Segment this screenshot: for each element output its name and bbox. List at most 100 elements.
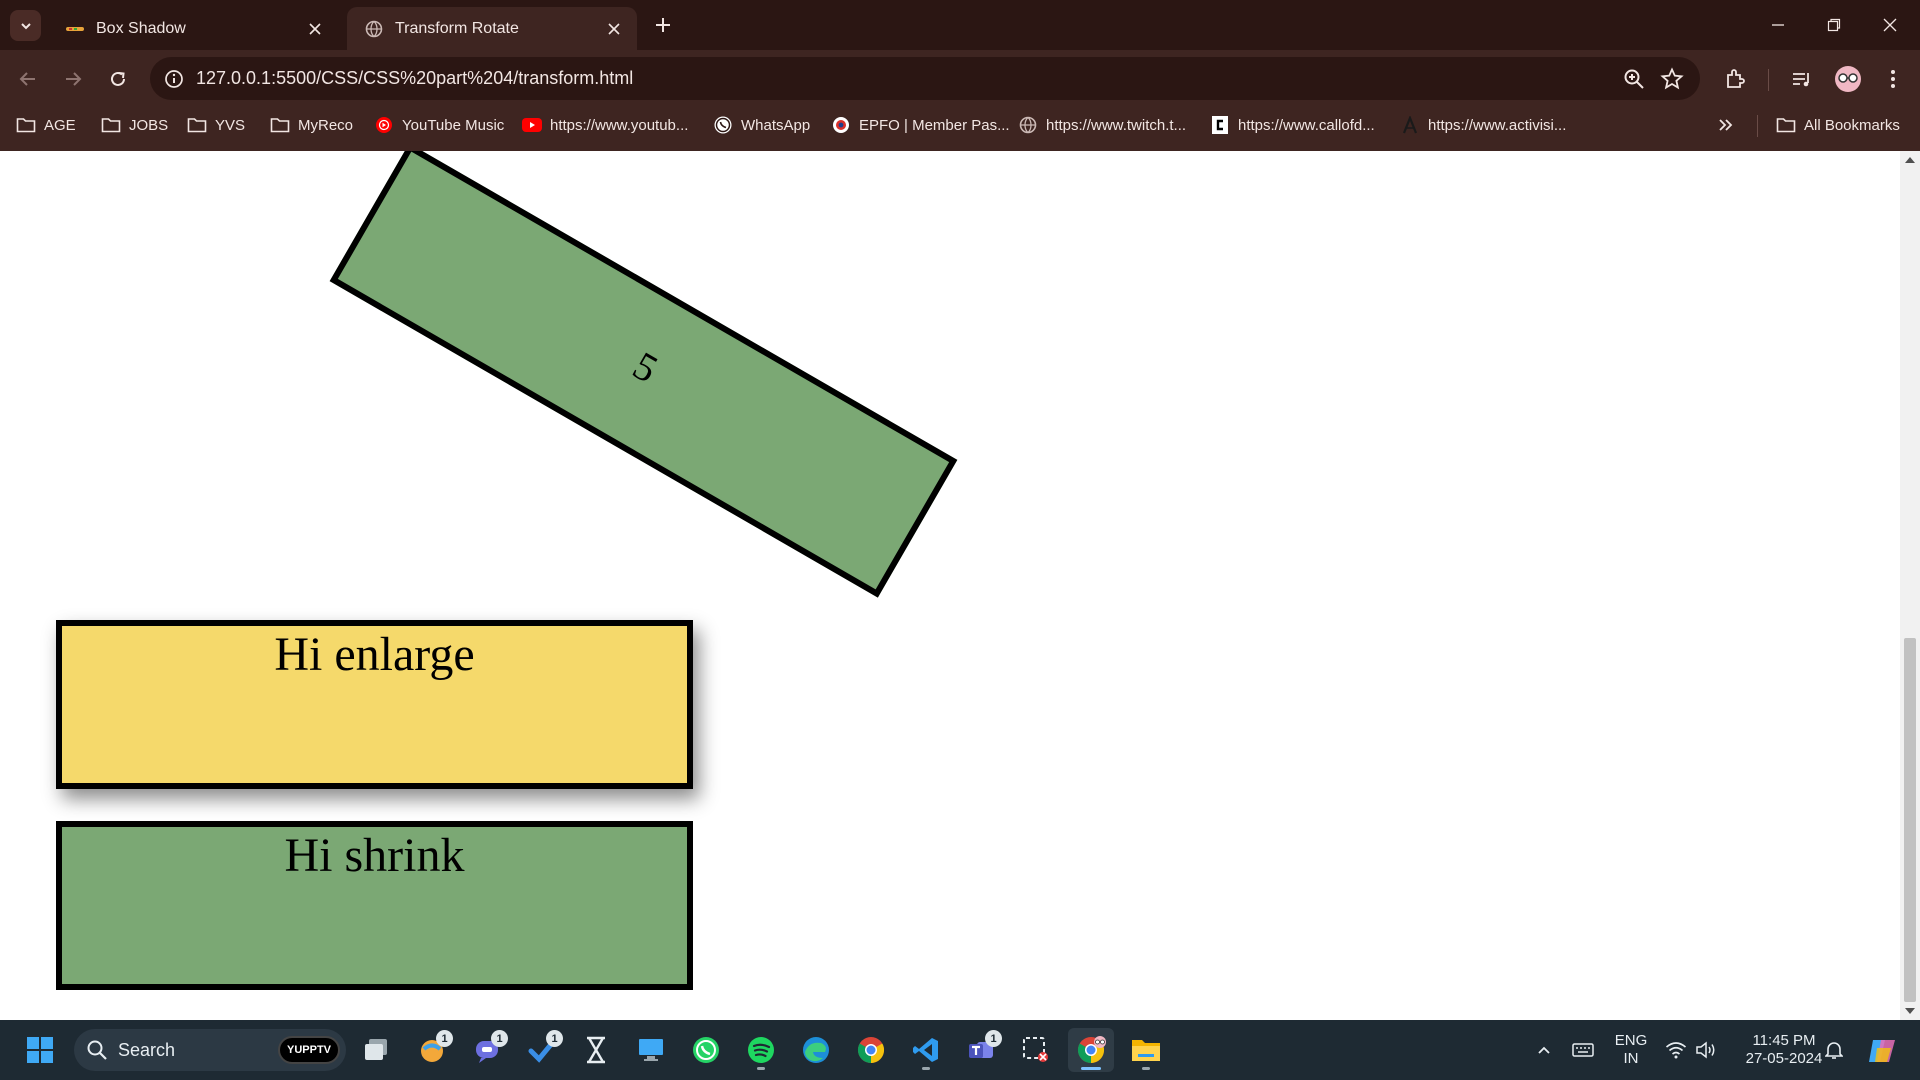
vscode-app[interactable] <box>903 1028 949 1072</box>
forward-arrow-icon <box>66 72 82 86</box>
remote-desktop-app[interactable] <box>628 1028 674 1072</box>
notification-badge: 1 <box>491 1030 508 1047</box>
tab-transform-rotate[interactable]: Transform Rotate <box>347 7 637 50</box>
folder-icon <box>101 115 121 135</box>
running-indicator <box>1142 1067 1150 1070</box>
youtube-icon <box>522 115 542 135</box>
bookmark-label: YouTube Music <box>402 116 505 134</box>
forward-button[interactable] <box>57 63 89 95</box>
whatsapp-app[interactable] <box>683 1028 729 1072</box>
new-tab-button[interactable] <box>650 12 676 38</box>
bookmark-epfo[interactable]: EPFO | Member Pas... <box>831 107 1010 143</box>
teams-app[interactable]: 1 <box>958 1028 1004 1072</box>
edge-app[interactable] <box>793 1028 839 1072</box>
restore-icon <box>1827 18 1841 32</box>
show-hidden-icons-chevron-icon[interactable] <box>1532 1038 1556 1062</box>
bookmark-label: https://www.activisi... <box>1428 116 1567 134</box>
file-explorer-app[interactable] <box>1123 1028 1169 1072</box>
youtube-music-icon <box>374 115 394 135</box>
folder-icon <box>1132 1040 1160 1061</box>
bookmark-myreco[interactable]: MyReco <box>270 107 353 143</box>
running-indicator <box>1081 1067 1101 1070</box>
keyboard-icon[interactable] <box>1571 1038 1595 1062</box>
notification-badge: 1 <box>985 1030 1002 1047</box>
bookmark-star-icon[interactable] <box>1660 67 1684 91</box>
more-menu-icon[interactable] <box>1878 64 1908 94</box>
folder-icon <box>16 115 36 135</box>
notification-bell-icon[interactable] <box>1822 1038 1846 1062</box>
bookmark-yvs[interactable]: YVS <box>187 107 245 143</box>
chat-app[interactable]: 1 <box>464 1028 510 1072</box>
extensions-icon[interactable] <box>1720 64 1750 94</box>
bookmark-whatsapp[interactable]: WhatsApp <box>713 107 810 143</box>
address-bar[interactable]: 127.0.0.1:5500/CSS/CSS%20part%204/transf… <box>150 57 1700 100</box>
back-button[interactable] <box>12 63 44 95</box>
language-code: ENG <box>1614 1032 1648 1049</box>
bookmark-youtube[interactable]: https://www.youtub... <box>522 107 688 143</box>
start-button[interactable] <box>17 1028 63 1072</box>
enlarge-box[interactable]: Hi enlarge <box>56 620 693 789</box>
bookmark-activision[interactable]: https://www.activisi... <box>1400 107 1566 143</box>
scroll-down-arrow-icon[interactable] <box>1905 1008 1915 1014</box>
reload-button[interactable] <box>102 63 134 95</box>
chrome-profile-app[interactable] <box>1068 1028 1114 1072</box>
tab-search-button[interactable] <box>10 10 41 41</box>
zoom-icon[interactable] <box>1622 67 1646 91</box>
search-label: Search <box>118 1040 176 1060</box>
close-icon[interactable] <box>306 20 324 38</box>
all-bookmarks-button[interactable]: All Bookmarks <box>1776 107 1900 143</box>
chrome-icon <box>1077 1036 1106 1064</box>
ornament-app[interactable]: 1 <box>409 1028 455 1072</box>
snipping-tool-app[interactable] <box>1013 1028 1059 1072</box>
monitor-icon <box>639 1039 663 1061</box>
bookmark-label: https://www.twitch.t... <box>1046 116 1187 134</box>
whatsapp-icon <box>713 115 733 135</box>
bookmark-twitch[interactable]: https://www.twitch.t... <box>1018 107 1186 143</box>
restore-button[interactable] <box>1806 0 1862 50</box>
bookmark-callofduty[interactable]: https://www.callofd... <box>1210 107 1375 143</box>
url-text[interactable]: 127.0.0.1:5500/CSS/CSS%20part%204/transf… <box>196 68 633 89</box>
close-icon[interactable] <box>605 20 623 38</box>
scroll-thumb[interactable] <box>1904 638 1916 1002</box>
back-arrow-icon <box>19 72 35 86</box>
wifi-icon[interactable] <box>1664 1038 1688 1062</box>
bookmarks-overflow-button[interactable] <box>1718 107 1734 143</box>
copilot-icon[interactable] <box>1866 1034 1900 1068</box>
notification-badge: 1 <box>436 1030 453 1047</box>
task-view-app[interactable] <box>354 1028 400 1072</box>
rotated-box-wrapper: 5 <box>329 151 958 598</box>
callofduty-icon <box>1210 115 1230 135</box>
bookmarks-divider <box>1757 115 1758 137</box>
spotify-app[interactable] <box>738 1028 784 1072</box>
tab-box-shadow[interactable]: Box Shadow <box>48 7 338 50</box>
bookmark-label: All Bookmarks <box>1804 116 1900 134</box>
windows-logo-icon <box>27 1037 53 1063</box>
page-scrollbar[interactable] <box>1900 151 1920 1020</box>
profile-avatar[interactable] <box>1833 64 1863 94</box>
spotify-icon <box>748 1037 774 1063</box>
chrome-app[interactable] <box>848 1028 894 1072</box>
browser-toolbar: 127.0.0.1:5500/CSS/CSS%20part%204/transf… <box>0 50 1920 107</box>
hourglass-app[interactable] <box>573 1028 619 1072</box>
media-control-icon[interactable] <box>1787 64 1817 94</box>
scroll-up-arrow-icon[interactable] <box>1905 157 1915 163</box>
todo-app[interactable]: 1 <box>519 1028 565 1072</box>
running-indicator <box>922 1067 930 1070</box>
tab-strip: Box Shadow Transform Rotate <box>0 0 1920 50</box>
site-info-icon[interactable] <box>160 65 187 92</box>
edge-icon <box>803 1037 829 1063</box>
close-window-button[interactable] <box>1862 0 1918 50</box>
bookmark-label: https://www.callofd... <box>1238 116 1375 134</box>
bookmark-label: WhatsApp <box>741 116 811 134</box>
windows-taskbar: Search YUPPTV 1 1 1 1 ENG IN 11:45 PM 27… <box>0 1020 1920 1080</box>
taskbar-search[interactable]: Search YUPPTV <box>74 1029 346 1071</box>
folder-icon <box>270 115 290 135</box>
bookmark-youtube-music[interactable]: YouTube Music <box>374 107 504 143</box>
minimize-button[interactable] <box>1750 0 1806 50</box>
bookmark-jobs[interactable]: JOBS <box>101 107 168 143</box>
hourglass-icon <box>587 1036 605 1064</box>
bookmark-age[interactable]: AGE <box>16 107 76 143</box>
volume-icon[interactable] <box>1694 1038 1718 1062</box>
language-indicator[interactable]: ENG IN <box>1610 1032 1652 1068</box>
shrink-box[interactable]: Hi shrink <box>56 821 693 990</box>
